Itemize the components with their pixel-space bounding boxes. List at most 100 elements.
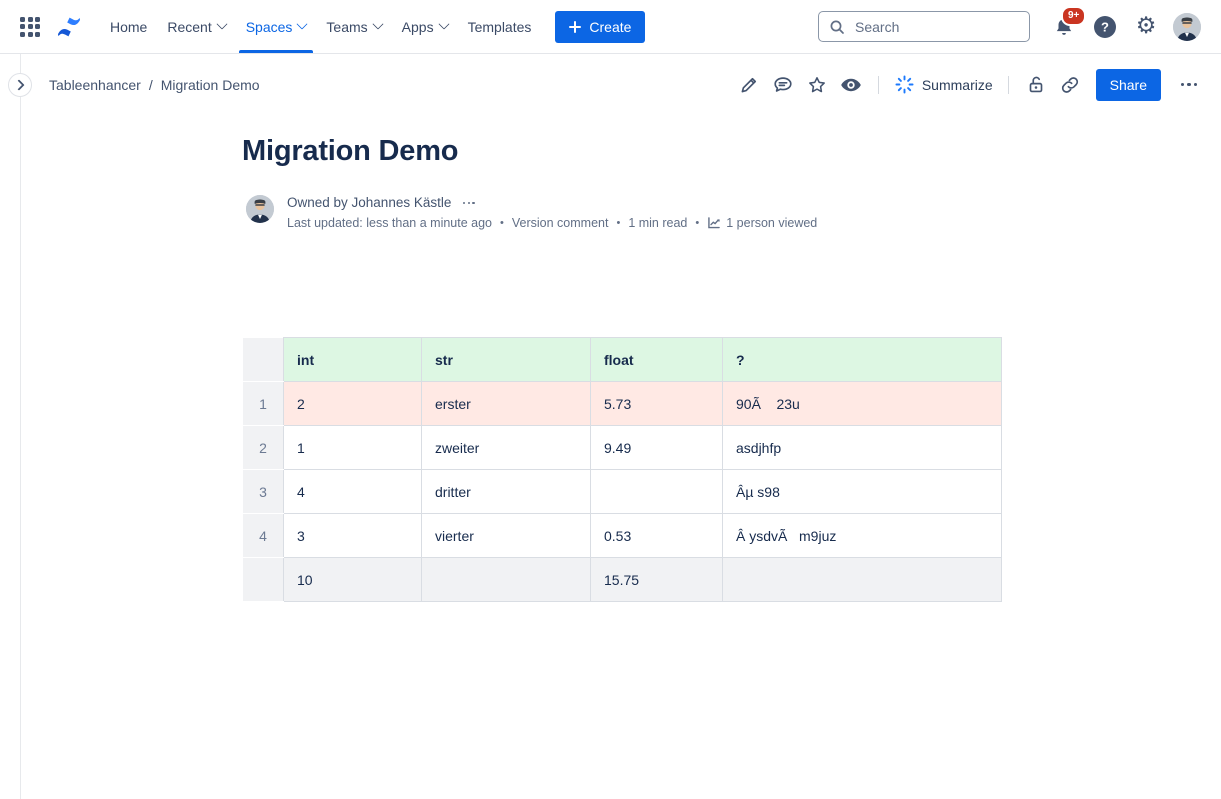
nav-item-label: Teams: [326, 19, 367, 35]
nav-item-apps[interactable]: Apps: [392, 0, 458, 53]
page-actions: Summarize Share: [733, 69, 1205, 101]
viewers-text: 1 person viewed: [726, 216, 817, 230]
owned-by-text[interactable]: Owned by Johannes Kästle: [287, 195, 451, 211]
sidebar-border: [20, 54, 21, 799]
page-meta: Last updated: less than a minute ago • V…: [287, 216, 817, 230]
table-cell: dritter: [422, 470, 591, 514]
breadcrumb-space-link[interactable]: Tableenhancer: [49, 77, 141, 93]
divider: [1008, 76, 1009, 94]
version-comment-link[interactable]: Version comment: [512, 216, 609, 230]
byline-text: Owned by Johannes Kästle Last updated: l…: [287, 195, 817, 230]
table-row: 3 4 dritter Âµ s98: [243, 470, 1002, 514]
table-cell: erster: [422, 382, 591, 426]
ai-sparkle-icon: [894, 74, 915, 95]
breadcrumb-current-page: Migration Demo: [161, 77, 260, 93]
link-icon: [1059, 74, 1081, 96]
table-cell: 90Ã 23u: [723, 382, 1002, 426]
last-updated-text: Last updated: less than a minute ago: [287, 216, 492, 230]
confluence-logo-icon[interactable]: [56, 14, 82, 40]
search-box[interactable]: [818, 11, 1030, 42]
chevron-down-icon: [216, 18, 227, 29]
page-content: Migration Demo Owned by Johannes Kästle …: [242, 115, 1002, 602]
divider: [878, 76, 879, 94]
table-cell: [591, 470, 723, 514]
nav-item-label: Recent: [167, 19, 211, 35]
nav-item-label: Spaces: [246, 19, 293, 35]
top-navigation: Home Recent Spaces Teams Apps Templates …: [0, 0, 1221, 54]
row-number: 1: [243, 382, 284, 426]
read-time-text: 1 min read: [628, 216, 687, 230]
owner-more-icon[interactable]: [461, 202, 476, 205]
summarize-label: Summarize: [922, 77, 993, 93]
chevron-down-icon: [372, 18, 383, 29]
create-button[interactable]: Create: [555, 11, 645, 43]
meta-separator: •: [500, 216, 504, 230]
byline: Owned by Johannes Kästle Last updated: l…: [246, 195, 1002, 230]
search-input[interactable]: [853, 18, 1019, 36]
breadcrumb-separator: /: [149, 77, 153, 93]
table-cell: 10: [284, 558, 422, 602]
table-cell: 4: [284, 470, 422, 514]
table-cell: 5.73: [591, 382, 723, 426]
watch-button[interactable]: [835, 69, 867, 101]
nav-item-label: Home: [110, 19, 147, 35]
help-button[interactable]: ?: [1091, 13, 1119, 41]
unlock-icon: [1025, 74, 1047, 96]
chevron-down-icon: [438, 18, 449, 29]
viewers-link[interactable]: 1 person viewed: [707, 216, 817, 230]
copy-link-button[interactable]: [1054, 69, 1086, 101]
nav-item-label: Apps: [402, 19, 434, 35]
notification-badge: 9+: [1061, 6, 1086, 26]
table-cell: vierter: [422, 514, 591, 558]
more-options-button[interactable]: [1173, 69, 1205, 101]
svg-text:?: ?: [1101, 19, 1109, 34]
help-icon: ?: [1093, 15, 1117, 39]
breadcrumb: Tableenhancer / Migration Demo: [49, 77, 260, 93]
table-cell: 9.49: [591, 426, 723, 470]
table-cell: 1: [284, 426, 422, 470]
gear-icon: ⚙: [1136, 15, 1157, 38]
table-cell: Âµ s98: [723, 470, 1002, 514]
data-table: int str float ? 1 2 erster 5.73 90Ã 23u …: [242, 337, 1002, 602]
expand-sidebar-button[interactable]: [8, 73, 32, 97]
summarize-button[interactable]: Summarize: [890, 74, 997, 95]
chevron-down-icon: [297, 18, 308, 29]
table-cell: [422, 558, 591, 602]
table-row: 4 3 vierter 0.53 Â ysdvÃ m9juz: [243, 514, 1002, 558]
nav-item-teams[interactable]: Teams: [316, 0, 391, 53]
search-icon: [829, 19, 845, 35]
table-cell: asdjhfp: [723, 426, 1002, 470]
table-cell: 15.75: [591, 558, 723, 602]
meta-separator: •: [616, 216, 620, 230]
table-cell: 2: [284, 382, 422, 426]
nav-item-home[interactable]: Home: [100, 0, 157, 53]
nav-item-spaces[interactable]: Spaces: [236, 0, 317, 53]
user-avatar[interactable]: [1173, 13, 1201, 41]
table-cell: Â ysdvÃ m9juz: [723, 514, 1002, 558]
table-row: 1 2 erster 5.73 90Ã 23u: [243, 382, 1002, 426]
notifications-button[interactable]: 9+: [1050, 13, 1078, 41]
analytics-chart-icon: [707, 216, 721, 230]
comments-button[interactable]: [767, 69, 799, 101]
meta-separator: •: [695, 216, 699, 230]
edit-button[interactable]: [733, 69, 765, 101]
table-cell: 0.53: [591, 514, 723, 558]
settings-button[interactable]: ⚙: [1132, 13, 1160, 41]
nav-item-recent[interactable]: Recent: [157, 0, 235, 53]
row-number: 4: [243, 514, 284, 558]
nav-item-templates[interactable]: Templates: [458, 0, 542, 53]
column-header-int: int: [284, 338, 422, 382]
favorite-button[interactable]: [801, 69, 833, 101]
plus-icon: [569, 21, 581, 33]
page-title: Migration Demo: [242, 133, 1002, 169]
column-header-str: str: [422, 338, 591, 382]
share-button[interactable]: Share: [1096, 69, 1161, 101]
row-number: [243, 558, 284, 602]
table-cell: 3: [284, 514, 422, 558]
pencil-icon: [738, 74, 760, 96]
nav-item-label: Templates: [468, 19, 532, 35]
content-table-wrapper: int str float ? 1 2 erster 5.73 90Ã 23u …: [242, 337, 1002, 602]
owner-avatar[interactable]: [246, 195, 274, 223]
app-switcher-icon[interactable]: [18, 15, 42, 39]
restrictions-button[interactable]: [1020, 69, 1052, 101]
